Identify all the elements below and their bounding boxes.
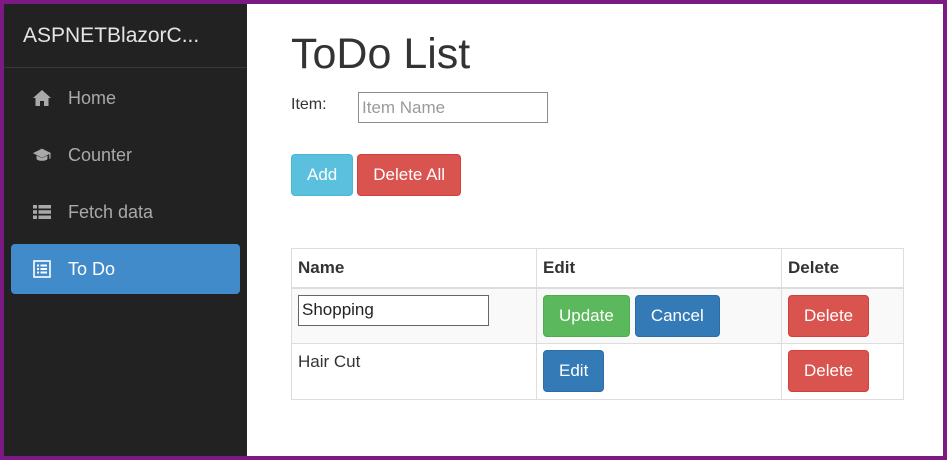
app-window: ASPNETBlazorC... Home Counter Fetch data: [4, 4, 943, 456]
sidebar-item-to-do[interactable]: To Do: [11, 244, 240, 294]
add-button[interactable]: Add: [291, 154, 354, 196]
delete-cell: Delete: [781, 343, 904, 400]
graduation-cap-icon: [32, 145, 52, 165]
edit-name-input[interactable]: [298, 294, 489, 326]
list-alt-icon: [32, 259, 52, 279]
home-icon: [32, 88, 52, 108]
edit-button[interactable]: Edit: [543, 350, 605, 392]
delete-button[interactable]: Delete: [788, 294, 870, 337]
table-row: Update Cancel Delete: [291, 287, 904, 344]
sidebar-item-counter[interactable]: Counter: [11, 130, 240, 180]
brand-title[interactable]: ASPNETBlazorC...: [4, 4, 247, 68]
sidebar-item-label: Fetch data: [68, 201, 154, 222]
sidebar-item-home[interactable]: Home: [11, 73, 240, 123]
name-cell: [291, 287, 537, 344]
list-icon: [32, 202, 52, 222]
delete-cell: Delete: [781, 287, 904, 344]
item-name-text: Hair Cut: [298, 352, 361, 371]
todo-table: Name Edit Delete Update Cancel: [291, 248, 904, 400]
table-header-row: Name Edit Delete: [291, 248, 904, 289]
sidebar-nav: Home Counter Fetch data To Do: [4, 68, 247, 306]
item-label: Item:: [291, 96, 327, 113]
main-content: ToDo List Item: Add Delete All Name Edit…: [247, 4, 943, 456]
table-row: Hair Cut Edit Delete: [291, 343, 904, 400]
action-buttons: Add Delete All: [291, 154, 943, 196]
sidebar-item-label: To Do: [68, 258, 116, 279]
page-title: ToDo List: [291, 30, 471, 78]
edit-cell: Update Cancel: [536, 287, 782, 344]
item-name-input[interactable]: [358, 92, 548, 123]
column-header-delete: Delete: [781, 248, 904, 289]
sidebar-item-label: Home: [68, 87, 117, 108]
name-cell: Hair Cut: [291, 343, 537, 400]
item-row: Item:: [291, 92, 943, 124]
sidebar-item-fetch-data[interactable]: Fetch data: [11, 187, 240, 237]
update-button[interactable]: Update: [543, 294, 630, 337]
cancel-button[interactable]: Cancel: [634, 294, 720, 337]
delete-button[interactable]: Delete: [788, 350, 870, 392]
sidebar: ASPNETBlazorC... Home Counter Fetch data: [4, 4, 247, 456]
sidebar-item-label: Counter: [68, 144, 133, 165]
column-header-edit: Edit: [536, 248, 782, 289]
edit-cell: Edit: [536, 343, 782, 400]
delete-all-button[interactable]: Delete All: [357, 154, 462, 196]
column-header-name: Name: [291, 248, 537, 289]
